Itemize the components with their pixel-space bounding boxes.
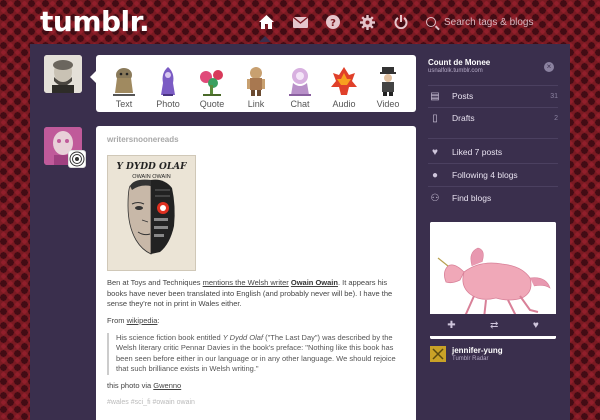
post-type-bar: Text Photo Quote Link Chat Audio Video xyxy=(90,55,416,112)
post-type-label: Text xyxy=(115,99,133,109)
quote-book-title: Y Dydd Olaf xyxy=(222,332,264,342)
post-paragraph: From wikipedia: xyxy=(107,316,407,327)
divider xyxy=(428,138,558,139)
owain-owain-link[interactable]: Owain Owain xyxy=(291,278,338,287)
tumblr-logo[interactable]: tumblr. xyxy=(40,5,150,38)
search-box[interactable] xyxy=(426,12,576,32)
post-type-audio[interactable]: Audio xyxy=(323,55,365,112)
post-type-text[interactable]: Text xyxy=(103,55,145,112)
radar-label: Tumblr Radar xyxy=(452,356,489,362)
post-type-label: Quote xyxy=(199,99,225,109)
welsh-writer-link[interactable]: mentions the Welsh writer xyxy=(203,278,289,287)
sidebar-item-label: Posts xyxy=(452,91,474,101)
heart-icon[interactable]: ♥ xyxy=(533,320,539,331)
post-text: this photo via xyxy=(107,381,154,391)
sidebar-item-drafts[interactable]: ▯ Drafts 2 xyxy=(428,108,558,128)
reblog-icon[interactable]: ⇄ xyxy=(490,320,498,331)
post-type-label: Link xyxy=(247,99,265,109)
post-type-label: Audio xyxy=(332,99,356,109)
radar-actions: ✚ ⇄ ♥ xyxy=(430,314,556,336)
post-type-link[interactable]: Link xyxy=(235,55,277,112)
post-text: : xyxy=(157,315,160,325)
quote-text: His science fiction book entitled xyxy=(116,332,223,342)
home-icon[interactable] xyxy=(256,12,276,32)
radar-attribution[interactable]: jennifer-yung Tumblr Radar xyxy=(430,344,560,368)
quote-post-icon xyxy=(200,70,223,96)
help-icon[interactable]: ? xyxy=(323,12,343,32)
chat-post-icon xyxy=(289,68,311,96)
power-icon[interactable] xyxy=(391,12,411,32)
sidebar-item-label: Find blogs xyxy=(452,193,492,203)
post-body: Ben at Toys and Techniques mentions the … xyxy=(107,278,407,408)
post-photo[interactable]: Y DYDD OLAF OWAIN OWAIN xyxy=(107,155,196,271)
sidebar-blog-header[interactable]: Count de Monee usnalfolk.tumblr.com × xyxy=(428,55,558,83)
avatar[interactable] xyxy=(430,346,446,362)
sidebar-item-label: Drafts xyxy=(452,113,475,123)
post-type-chat[interactable]: Chat xyxy=(279,55,321,112)
wikipedia-link[interactable]: wikipedia xyxy=(127,316,158,325)
sidebar-item-following[interactable]: ● Following 4 blogs xyxy=(428,165,558,185)
photo-post-icon xyxy=(161,67,175,96)
post-type-label: Photo xyxy=(156,99,180,109)
sidebar-item-find-blogs[interactable]: ⚇ Find blogs xyxy=(428,188,558,208)
reblog-avatar[interactable] xyxy=(68,150,86,168)
video-post-icon xyxy=(380,67,396,96)
audio-post-icon xyxy=(331,67,357,95)
radar-username[interactable]: jennifer-yung xyxy=(452,346,503,355)
search-icon xyxy=(426,17,436,27)
people-icon: ⚇ xyxy=(430,192,440,204)
post-type-label: Video xyxy=(376,99,400,109)
book-author: OWAIN OWAIN xyxy=(132,174,170,180)
post-author-name[interactable]: writersnoonereads xyxy=(107,135,179,144)
sidebar-item-label: Following 4 blogs xyxy=(452,170,518,180)
sidebar-item-likes[interactable]: ♥ Liked 7 posts xyxy=(428,142,558,162)
post-type-photo[interactable]: Photo xyxy=(147,55,189,112)
link-post-icon xyxy=(247,67,265,96)
sidebar-item-posts[interactable]: ▤ Posts 31 xyxy=(428,86,558,106)
sidebar-item-count: 2 xyxy=(554,114,558,122)
svg-text:?: ? xyxy=(330,18,336,29)
drafts-icon: ▯ xyxy=(432,112,438,124)
search-input[interactable] xyxy=(444,16,569,28)
close-icon[interactable]: × xyxy=(544,62,554,72)
post-card: writersnoonereads Y DYDD OLAF OWAIN OWAI… xyxy=(96,126,416,420)
gwenno-link[interactable]: Gwenno xyxy=(153,381,181,390)
text-post-icon xyxy=(113,68,135,96)
heart-icon: ♥ xyxy=(432,146,438,158)
blog-title: Count de Monee xyxy=(428,58,491,67)
avatar[interactable] xyxy=(44,55,82,93)
post-text: Ben at Toys and Techniques xyxy=(107,278,203,287)
posts-icon: ▤ xyxy=(430,90,440,102)
post-paragraph: Ben at Toys and Techniques mentions the … xyxy=(107,278,407,310)
plus-icon[interactable]: ✚ xyxy=(447,320,455,331)
post-type-quote[interactable]: Quote xyxy=(191,55,233,112)
envelope-icon[interactable] xyxy=(290,12,310,32)
blockquote: His science fiction book entitled Y Dydd… xyxy=(107,332,407,376)
sidebar-item-count: 31 xyxy=(550,92,558,100)
sidebar-item-label: Liked 7 posts xyxy=(452,147,503,157)
divider xyxy=(428,186,558,187)
blog-url: usnalfolk.tumblr.com xyxy=(428,68,483,74)
post-tags[interactable]: #wales #sci_fi #owain owain xyxy=(107,398,407,408)
top-navigation: tumblr. ? xyxy=(0,0,600,44)
post-paragraph: this photo via Gwenno xyxy=(107,381,407,392)
post-type-label: Chat xyxy=(290,99,310,109)
post-text-bold: Owain Owain xyxy=(290,278,338,287)
post-text: From xyxy=(107,315,127,325)
person-icon: ● xyxy=(431,169,439,181)
active-tab-caret xyxy=(259,36,271,42)
gear-icon[interactable] xyxy=(357,12,377,32)
divider xyxy=(428,163,558,164)
post-type-video[interactable]: Video xyxy=(367,55,409,112)
book-title: Y DYDD OLAF xyxy=(116,162,187,172)
